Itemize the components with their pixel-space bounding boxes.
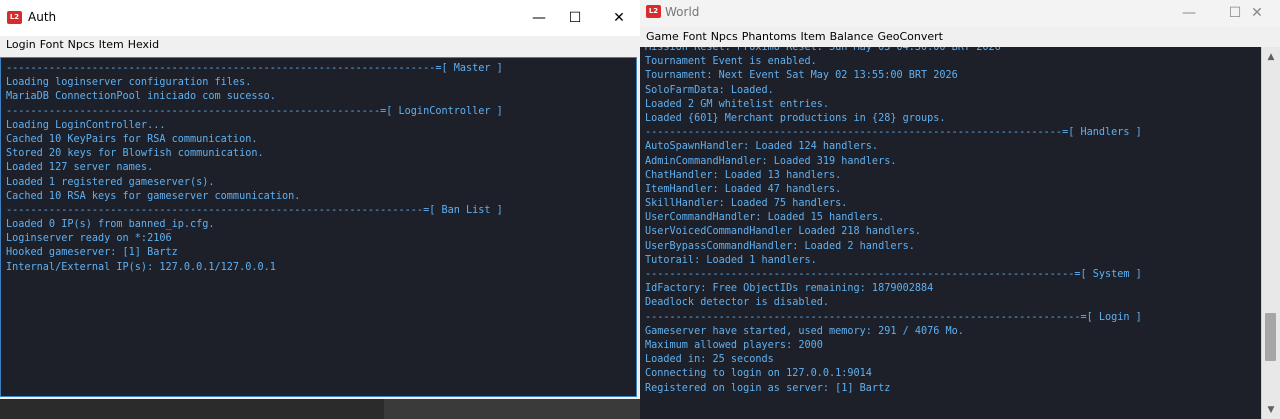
- menu-item-login[interactable]: Login: [6, 36, 36, 54]
- console-line: Cached 10 RSA keys for gameserver commun…: [6, 190, 301, 202]
- window-title: Auth: [28, 10, 57, 24]
- console-line: ----------------------------------------…: [6, 63, 503, 74]
- auth-console[interactable]: ----------------------------------------…: [0, 57, 637, 397]
- console-line: SkillHandler: Loaded 75 handlers.: [645, 198, 848, 210]
- console-line: Tutorail: Loaded 1 handlers.: [645, 254, 817, 266]
- scroll-up-icon[interactable]: ▲: [1262, 49, 1280, 66]
- auth-window: L2 Auth — ☐ ✕ Login Font Npcs Item Hexid ---…: [0, 0, 641, 399]
- scrollbar-thumb[interactable]: [1265, 313, 1276, 362]
- console-line: Connecting to login on 127.0.0.1:9014: [645, 368, 872, 380]
- console-line: ----------------------------------------…: [6, 105, 503, 117]
- console-line: Loaded 1 registered gameserver(s).: [6, 176, 215, 188]
- menu-item-geoconvert[interactable]: GeoConvert: [877, 27, 943, 47]
- scroll-down-icon[interactable]: ▼: [1262, 402, 1280, 419]
- console-line: Stored 20 keys for Blowfish communicatio…: [6, 148, 264, 160]
- close-button[interactable]: ✕: [596, 0, 640, 36]
- console-line: ----------------------------------------…: [645, 311, 1142, 323]
- console-line: Cached 10 KeyPairs for RSA communication…: [6, 133, 258, 145]
- menu-item-font[interactable]: Font: [683, 27, 707, 47]
- menu-item-game[interactable]: Game: [646, 27, 679, 47]
- menu-item-font[interactable]: Font: [40, 36, 64, 54]
- world-titlebar[interactable]: L2 World — ☐ ✕: [640, 0, 1280, 27]
- menu-item-item[interactable]: Item: [99, 36, 124, 54]
- console-line: Loaded 2 GM whitelist entries.: [645, 98, 830, 110]
- console-line: Deadlock detector is disabled.: [645, 297, 830, 309]
- console-line: Loaded 0 IP(s) from banned_ip.cfg.: [6, 219, 215, 231]
- auth-menubar: Login Font Npcs Item Hexid: [0, 36, 640, 54]
- console-line: Internal/External IP(s): 127.0.0.1/127.0…: [6, 261, 276, 273]
- close-button[interactable]: ✕: [1234, 0, 1280, 27]
- console-line: Tournament: Next Event Sat May 02 13:55:…: [645, 70, 958, 82]
- console-line: IdFactory: Free ObjectIDs remaining: 187…: [645, 283, 934, 295]
- console-line: Registered on login as server: [1] Bartz: [645, 382, 891, 394]
- console-line: Gameserver have started, used memory: 29…: [645, 325, 964, 337]
- window-title: World: [665, 5, 700, 19]
- console-line: Hooked gameserver: [1] Bartz: [6, 247, 178, 259]
- console-line: AdminCommandHandler: Loaded 319 handlers…: [645, 155, 897, 167]
- minimize-button[interactable]: —: [1166, 0, 1212, 27]
- console-line: AutoSpawnHandler: Loaded 124 handlers.: [645, 141, 879, 153]
- console-line: Loginserver ready on *:2106: [6, 233, 172, 245]
- console-line: ----------------------------------------…: [6, 204, 503, 216]
- menu-item-balance[interactable]: Balance: [830, 27, 874, 47]
- world-menubar: Game Font Npcs Phantoms Item Balance GeoConver…: [640, 27, 1280, 47]
- menu-item-item[interactable]: Item: [801, 27, 826, 47]
- l2-app-icon: L2: [646, 5, 661, 18]
- console-line: Tournament Event is enabled.: [645, 56, 817, 68]
- console-line: MariaDB ConnectionPool iniciado com suce…: [6, 91, 276, 103]
- console-line: UserBypassCommandHandler: Loaded 2 handl…: [645, 240, 915, 252]
- console-line: Maximum allowed players: 2000: [645, 339, 823, 351]
- console-line: Loaded {601} Merchant productions in {28…: [645, 112, 946, 124]
- console-line: UserCommandHandler: Loaded 15 handlers.: [645, 212, 885, 224]
- console-line: ----------------------------------------…: [645, 269, 1142, 280]
- auth-titlebar[interactable]: L2 Auth — ☐ ✕: [0, 0, 640, 36]
- maximize-button[interactable]: ☐: [552, 0, 598, 36]
- menu-item-npcs[interactable]: Npcs: [711, 27, 738, 47]
- world-console[interactable]: Mission Reset: Proximo Reset: Sun May 03…: [640, 47, 1262, 419]
- console-line: Mission Reset: Proximo Reset: Sun May 03…: [645, 47, 1001, 53]
- console-line: Loading loginserver configuration files.: [6, 77, 252, 89]
- vertical-scrollbar[interactable]: ▲ ▼: [1261, 47, 1280, 419]
- l2-app-icon: L2: [7, 11, 22, 24]
- console-line: Loaded in: 25 seconds: [645, 354, 774, 366]
- console-line: Loading LoginController...: [6, 119, 166, 131]
- menu-item-hexid[interactable]: Hexid: [128, 36, 159, 54]
- world-window: L2 World — ☐ ✕ Game Font Npcs Phantoms Item B…: [640, 0, 1280, 419]
- menu-item-phantoms[interactable]: Phantoms: [742, 27, 797, 47]
- console-line: ChatHandler: Loaded 13 handlers.: [645, 169, 842, 181]
- menu-item-npcs[interactable]: Npcs: [68, 36, 95, 54]
- console-line: ItemHandler: Loaded 47 handlers.: [645, 183, 842, 195]
- console-line: SoloFarmData: Loaded.: [645, 84, 774, 96]
- console-line: Loaded 127 server names.: [6, 162, 154, 174]
- console-line: UserVoicedCommandHandler Loaded 218 hand…: [645, 226, 922, 238]
- console-line: ----------------------------------------…: [645, 127, 1142, 139]
